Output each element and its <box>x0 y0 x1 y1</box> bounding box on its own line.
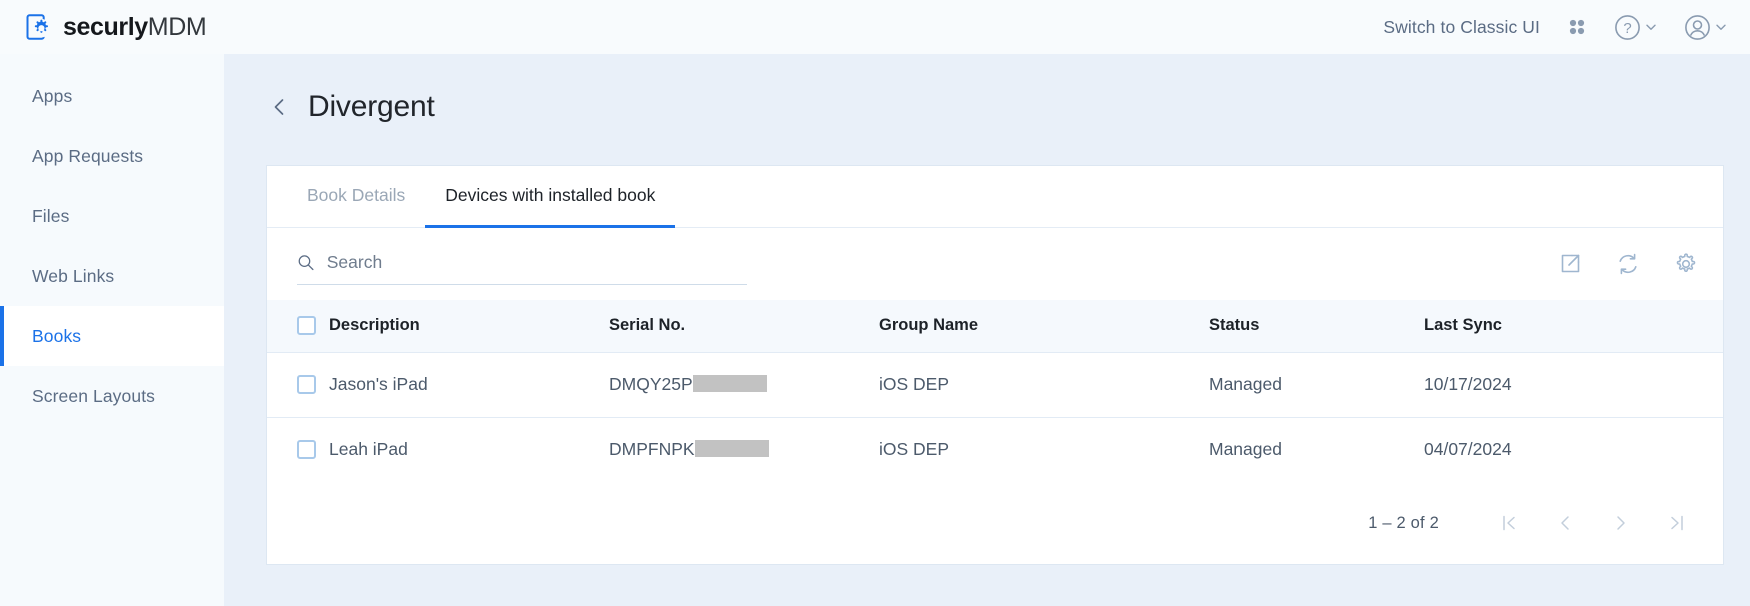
body: Apps App Requests Files Web Links Books … <box>0 54 1750 606</box>
sidebar-item-app-requests[interactable]: App Requests <box>0 126 224 186</box>
search-input[interactable] <box>326 251 747 273</box>
pagination-range: 1 – 2 of 2 <box>1368 513 1439 532</box>
cell-last-sync: 10/17/2024 <box>1424 374 1512 394</box>
search-field[interactable] <box>297 244 747 285</box>
column-header-description[interactable]: Description <box>329 300 609 352</box>
device-gear-logo-icon <box>26 14 51 40</box>
cell-description: Leah iPad <box>329 439 408 460</box>
table-footer: 1 – 2 of 2 <box>267 482 1723 564</box>
row-select-cell <box>267 417 329 482</box>
help-menu[interactable]: ? <box>1614 14 1658 41</box>
account-menu[interactable] <box>1684 14 1728 41</box>
cell-group-name: iOS DEP <box>879 374 950 394</box>
cell-serial: DMQY25P <box>609 352 879 417</box>
page-header: Divergent <box>224 54 1750 124</box>
sidebar-item-web-links[interactable]: Web Links <box>0 246 224 306</box>
sidebar-item-screen-layouts[interactable]: Screen Layouts <box>0 366 224 426</box>
help-circle-icon: ? <box>1615 14 1640 40</box>
toolbar-actions <box>1557 251 1699 277</box>
user-avatar-icon <box>1685 14 1710 40</box>
table-header-row: Description Serial No. Group Name Status… <box>267 300 1723 352</box>
cell-description: Jason's iPad <box>329 374 428 394</box>
column-header-status[interactable]: Status <box>1209 300 1424 352</box>
app-grid-icon[interactable] <box>1566 16 1588 38</box>
back-button[interactable] <box>266 93 294 121</box>
gear-icon[interactable] <box>1673 251 1699 277</box>
brand-wordmark: securlyMDM <box>63 12 207 41</box>
cell-group-name: iOS DEP <box>879 439 950 460</box>
tab-bar: Book Details Devices with installed book <box>267 166 1723 228</box>
tab-book-details[interactable]: Book Details <box>287 166 425 228</box>
cell-status: Managed <box>1209 374 1282 394</box>
switch-to-classic-ui-link[interactable]: Switch to Classic UI <box>1379 11 1544 44</box>
first-page-icon[interactable] <box>1499 513 1519 533</box>
column-header-last-sync[interactable]: Last Sync <box>1424 300 1723 352</box>
sidebar-item-apps[interactable]: Apps <box>0 66 224 126</box>
refresh-icon[interactable] <box>1615 251 1641 277</box>
cell-last-sync: 04/07/2024 <box>1424 439 1512 460</box>
column-header-serial-no[interactable]: Serial No. <box>609 300 879 352</box>
content-card: Book Details Devices with installed book <box>266 165 1724 565</box>
last-page-icon[interactable] <box>1667 513 1687 533</box>
cell-serial: DMPFNPK <box>609 417 879 482</box>
brand-logo[interactable]: securlyMDM <box>24 12 207 42</box>
row-checkbox[interactable] <box>297 440 316 460</box>
redaction-block <box>692 375 767 392</box>
tab-devices-with-installed-book[interactable]: Devices with installed book <box>425 166 676 228</box>
sidebar: Apps App Requests Files Web Links Books … <box>0 54 224 606</box>
column-header-group-name[interactable]: Group Name <box>879 300 1209 352</box>
brand-name-secondary: MDM <box>147 12 207 41</box>
search-icon <box>298 254 314 270</box>
select-all-cell <box>267 300 329 352</box>
top-bar: securlyMDM Switch to Classic UI ? <box>0 0 1750 54</box>
brand-name-primary: securly <box>63 12 148 41</box>
top-bar-actions: Switch to Classic UI ? <box>1379 11 1728 44</box>
pagination-controls <box>1499 513 1687 533</box>
sidebar-item-books[interactable]: Books <box>0 306 224 366</box>
main-content: Divergent Book Details Devices with inst… <box>224 54 1750 606</box>
prev-page-icon[interactable] <box>1555 513 1575 533</box>
table-row[interactable]: Leah iPad DMPFNPK iOS DEP Managed 04/07/… <box>267 417 1723 482</box>
devices-table: Description Serial No. Group Name Status… <box>267 300 1723 482</box>
chevron-left-icon <box>274 99 284 115</box>
chevron-down-icon <box>1716 24 1726 30</box>
table-toolbar <box>267 228 1723 300</box>
table-row[interactable]: Jason's iPad DMQY25P iOS DEP Managed 10/… <box>267 352 1723 417</box>
sidebar-item-files[interactable]: Files <box>0 186 224 246</box>
row-checkbox[interactable] <box>297 375 316 394</box>
cell-status: Managed <box>1209 439 1282 460</box>
row-select-cell <box>267 352 329 417</box>
table-body: Jason's iPad DMQY25P iOS DEP Managed 10/… <box>267 352 1723 482</box>
chevron-down-icon <box>1646 24 1656 30</box>
table-head: Description Serial No. Group Name Status… <box>267 300 1723 352</box>
serial-text: DMPFNPK <box>609 439 695 460</box>
select-all-checkbox[interactable] <box>297 316 316 336</box>
export-icon[interactable] <box>1557 251 1583 277</box>
redaction-block <box>694 440 769 458</box>
page-title: Divergent <box>308 90 435 123</box>
serial-text: DMQY25P <box>609 374 693 394</box>
next-page-icon[interactable] <box>1611 513 1631 533</box>
svg-text:?: ? <box>1623 20 1631 37</box>
app-root: securlyMDM Switch to Classic UI ? Apps A… <box>0 0 1750 606</box>
